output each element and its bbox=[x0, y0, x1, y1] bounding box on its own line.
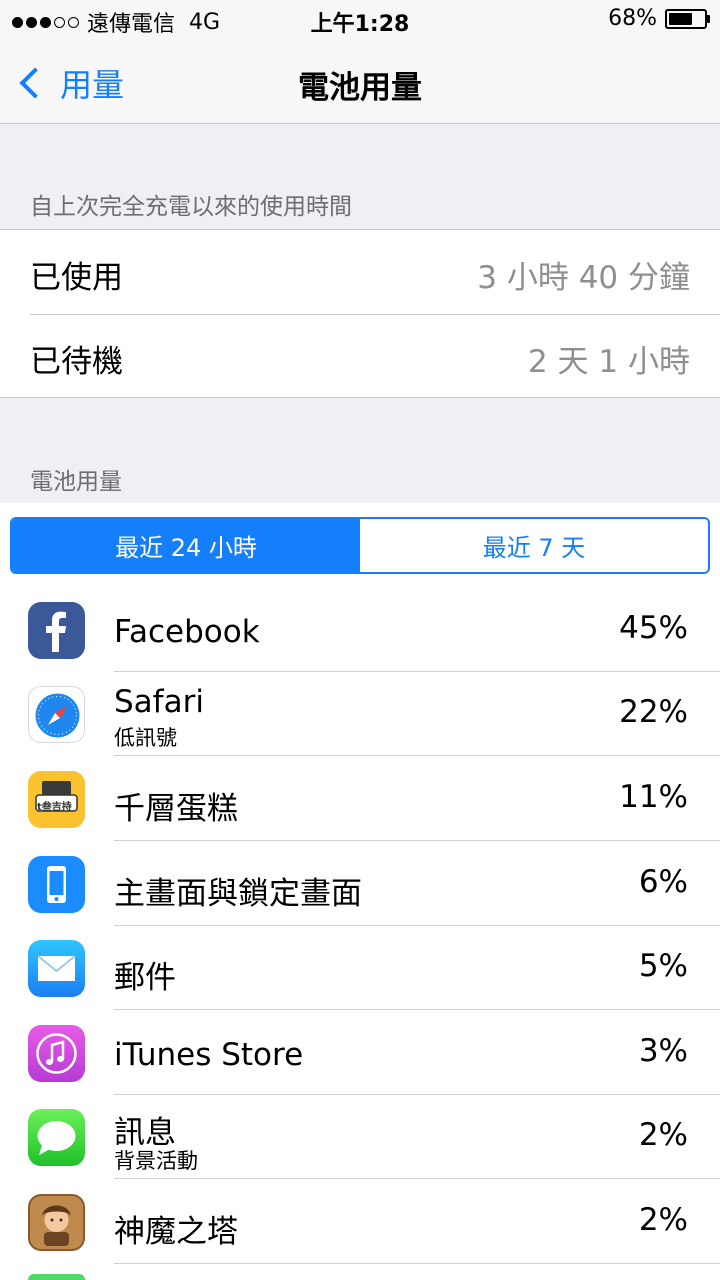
segment-last-7-days[interactable]: 最近 7 天 bbox=[360, 519, 708, 572]
list-item[interactable]: t叁吉持 千層蛋糕 11% bbox=[0, 757, 720, 841]
app-percent: 22% bbox=[619, 694, 688, 730]
app-name: 主畫面與鎖定畫面 bbox=[114, 876, 362, 912]
standby-label: 已待機 bbox=[30, 344, 123, 380]
app-percent: 6% bbox=[638, 864, 688, 900]
app-percent: 45% bbox=[619, 610, 688, 646]
cake-game-icon-text: t叁吉持 bbox=[37, 802, 72, 813]
itunes-icon bbox=[28, 1025, 85, 1082]
list-item[interactable]: 訊息 背景活動 2% bbox=[0, 1095, 720, 1179]
app-name: Safari bbox=[114, 684, 204, 720]
usage-row-standby: 已待機 2 天 1 小時 bbox=[0, 314, 720, 398]
status-bar: 遠傳電信 4G 上午1:28 68% bbox=[0, 0, 720, 40]
mail-icon bbox=[28, 940, 85, 997]
usage-section-header: 自上次完全充電以來的使用時間 bbox=[30, 194, 352, 220]
phone-icon bbox=[28, 856, 85, 913]
usage-label: 已使用 bbox=[30, 260, 123, 296]
battery-section-header: 電池用量 bbox=[30, 469, 122, 495]
list-item[interactable]: 郵件 5% bbox=[0, 926, 720, 1010]
time-range-segmented-control: 最近 24 小時 最近 7 天 bbox=[10, 517, 710, 574]
list-item[interactable]: iTunes Store 3% bbox=[0, 1011, 720, 1095]
row-divider bbox=[114, 840, 720, 841]
app-percent: 3% bbox=[638, 1033, 688, 1069]
row-divider bbox=[114, 1009, 720, 1010]
tower-game-icon bbox=[28, 1194, 85, 1251]
app-name: 神魔之塔 bbox=[114, 1214, 238, 1250]
app-subtitle: 低訊號 bbox=[114, 726, 177, 750]
usage-time-list: 已使用 3 小時 40 分鐘 已待機 2 天 1 小時 bbox=[0, 229, 720, 398]
app-percent: 2% bbox=[638, 1117, 688, 1153]
app-subtitle: 背景活動 bbox=[114, 1149, 198, 1173]
navigation-bar: 用量 電池用量 bbox=[0, 40, 720, 124]
app-name: iTunes Store bbox=[114, 1037, 304, 1073]
cake-game-icon: t叁吉持 bbox=[28, 771, 85, 828]
row-divider bbox=[114, 1178, 720, 1179]
app-percent: 5% bbox=[638, 948, 688, 984]
standby-value: 2 天 1 小時 bbox=[527, 344, 690, 380]
segment-last-24-hours[interactable]: 最近 24 小時 bbox=[12, 519, 360, 572]
row-divider bbox=[114, 755, 720, 756]
battery-percent: 68% bbox=[608, 6, 657, 31]
facebook-icon bbox=[28, 602, 85, 659]
app-name: Facebook bbox=[114, 614, 260, 650]
page-title: 電池用量 bbox=[298, 70, 422, 106]
app-percent: 11% bbox=[619, 779, 688, 815]
partial-app-icon bbox=[28, 1274, 85, 1280]
battery-level-fill bbox=[669, 12, 693, 25]
status-right: 68% bbox=[608, 6, 710, 31]
row-divider bbox=[114, 1263, 720, 1264]
list-item[interactable]: Safari 低訊號 22% bbox=[0, 672, 720, 756]
list-item[interactable]: 主畫面與鎖定畫面 6% bbox=[0, 842, 720, 926]
messages-icon bbox=[28, 1109, 85, 1166]
usage-row-used: 已使用 3 小時 40 分鐘 bbox=[0, 230, 720, 314]
app-name: 千層蛋糕 bbox=[114, 791, 238, 827]
battery-icon bbox=[665, 8, 710, 29]
usage-value: 3 小時 40 分鐘 bbox=[477, 260, 690, 296]
app-percent: 2% bbox=[638, 1202, 688, 1238]
app-name: 郵件 bbox=[114, 960, 176, 996]
safari-icon bbox=[28, 686, 85, 743]
list-item[interactable]: 神魔之塔 2% bbox=[0, 1180, 720, 1264]
list-item[interactable]: Facebook 45% bbox=[0, 588, 720, 672]
